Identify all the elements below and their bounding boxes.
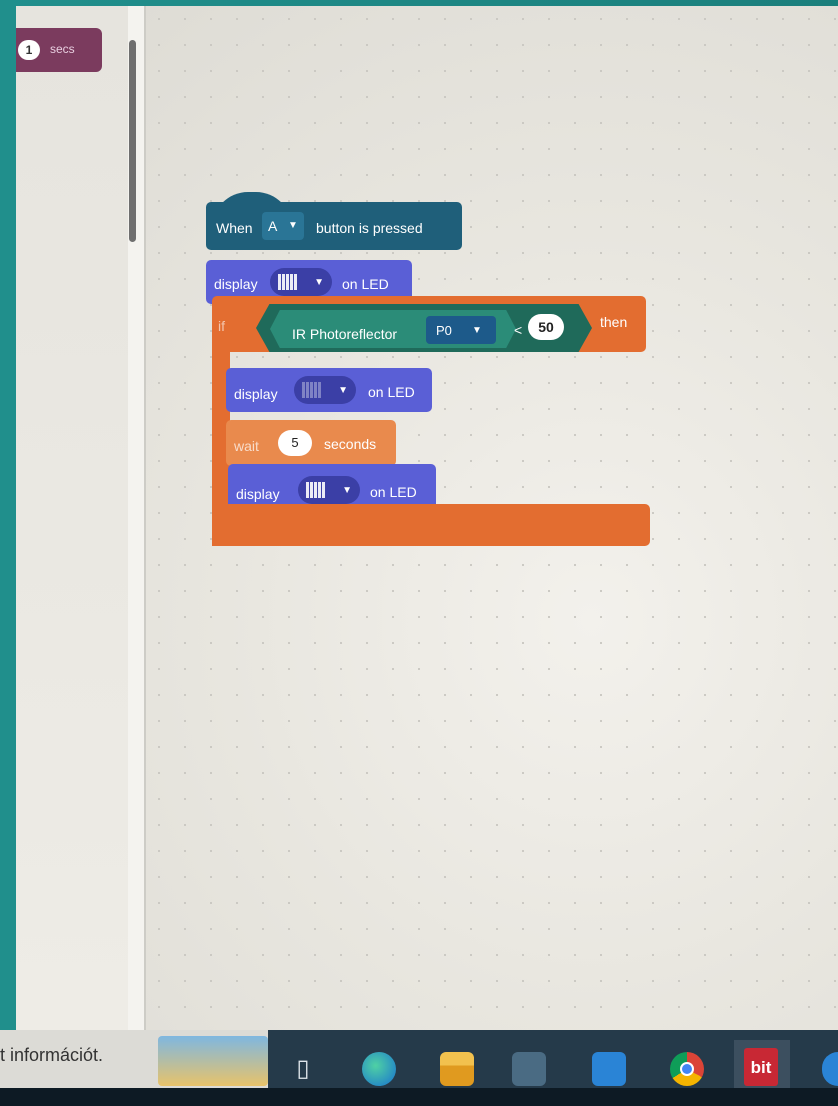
chrome-icon[interactable] [670,1052,704,1086]
palette-wait-number[interactable]: 1 [18,40,40,60]
screen-bezel-bottom [0,1088,838,1106]
chevron-down-icon: ▼ [314,277,324,288]
display-suffix: on LED [342,276,389,292]
chrome-center [680,1062,694,1076]
display-label: display [234,386,278,402]
file-explorer-icon[interactable] [440,1052,474,1086]
wait-unit: seconds [324,436,377,452]
then-keyword: then [600,314,628,330]
pin-select-dropdown[interactable]: P0 ▼ [426,316,496,344]
less-than-operator: < [514,322,523,338]
chevron-down-icon: ▼ [288,220,298,231]
display-label: display [214,276,258,292]
display-on-led-block-2[interactable]: display ▼ on LED [226,368,432,412]
wait-seconds-input[interactable]: 5 [278,430,312,456]
wait-seconds-block[interactable]: wait 5 seconds [226,420,396,466]
led-pattern-dropdown-3[interactable]: ▼ [298,476,360,504]
editor-screen: 1 secs When A ▼ button is pressed displa… [16,6,838,1030]
hat-suffix: button is pressed [316,220,423,236]
button-select-dropdown[interactable]: A ▼ [262,212,304,240]
bit-app-icon[interactable]: bit [744,1048,778,1086]
store-icon[interactable] [512,1052,546,1086]
chevron-down-icon: ▼ [338,385,348,396]
block-palette: 1 secs [16,6,136,1030]
chevron-down-icon: ▼ [472,325,482,336]
palette-scrollbar-thumb[interactable] [129,40,136,242]
led-grid-icon [278,274,298,290]
led-pattern-dropdown-1[interactable]: ▼ [270,268,332,296]
display-label: display [236,486,280,502]
weather-widget-icon[interactable] [158,1036,268,1086]
if-keyword: if [218,318,225,334]
display-suffix: on LED [368,384,415,400]
wait-label: wait [234,438,259,454]
display-suffix: on LED [370,484,417,500]
threshold-input[interactable]: 50 [528,314,564,340]
led-grid-icon [302,382,322,398]
when-button-pressed-block[interactable]: When A ▼ button is pressed [206,202,462,250]
edge-icon[interactable] [362,1052,396,1086]
pin-value: P0 [436,323,452,338]
mail-icon[interactable] [592,1052,626,1086]
palette-wait-unit: secs [50,42,75,56]
led-pattern-dropdown-2[interactable]: ▼ [294,376,356,404]
palette-wait-block[interactable]: 1 secs [16,28,102,72]
button-select-value: A [268,218,278,234]
led-grid-icon [306,482,326,498]
chevron-down-icon: ▼ [342,485,352,496]
task-view-icon[interactable]: ▯ [286,1052,320,1086]
if-block-footer [212,504,650,546]
ir-sensor-label: IR Photoreflector [292,326,398,342]
info-text[interactable]: t információt. [0,1045,103,1066]
hat-prefix: When [216,220,253,236]
